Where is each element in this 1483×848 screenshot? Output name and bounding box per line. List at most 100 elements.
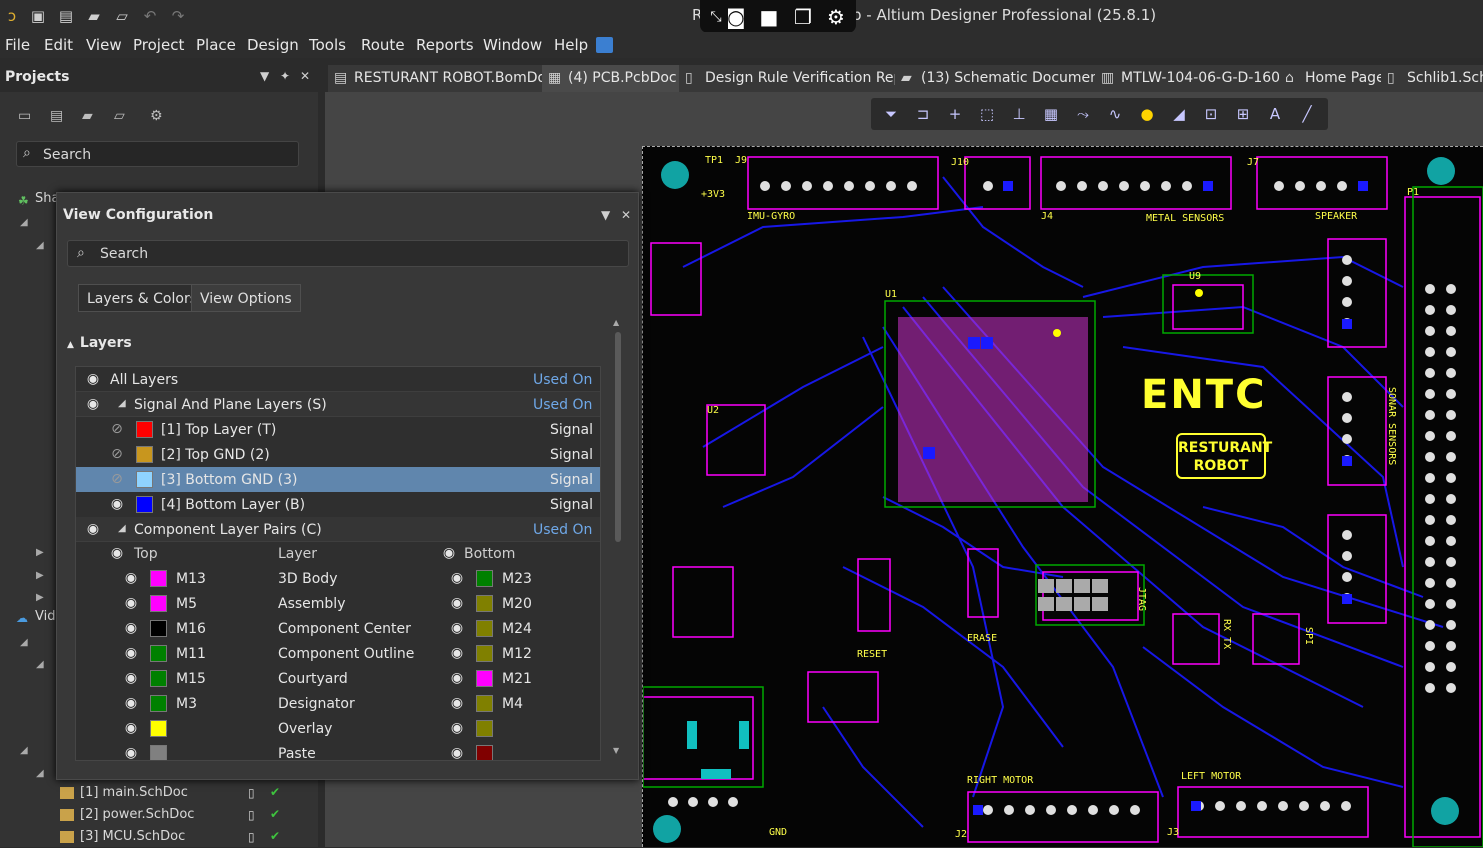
component-pair-row[interactable]: ◉ M15 Courtyard ◉ M21	[76, 666, 600, 691]
learning-icon[interactable]	[596, 37, 613, 53]
tab-bomdoc[interactable]: ▤ RESTURANT ROBOT.BomDoc *	[328, 65, 573, 92]
menu-design[interactable]: Design	[247, 36, 299, 54]
line-icon[interactable]: ╱	[1297, 104, 1317, 124]
pin-icon[interactable]: ✦	[280, 69, 290, 83]
interactive-route-icon[interactable]: ⤳	[1073, 104, 1093, 124]
eye-icon[interactable]: ◉	[122, 644, 140, 662]
open-project-icon[interactable]: ▱	[114, 108, 125, 124]
component-pair-row[interactable]: ◉ M16 Component Center ◉ M24	[76, 616, 600, 641]
collapse-icon[interactable]: ◢	[118, 398, 126, 409]
tab-schlib[interactable]: ▯ Schlib1.SchLi	[1381, 65, 1483, 92]
component-pair-row[interactable]: ◉ M13 3D Body ◉ M23	[76, 566, 600, 591]
menu-help[interactable]: Help	[554, 36, 588, 54]
layers-scrollbar[interactable]: ▲ ▼	[612, 318, 624, 758]
eye-icon[interactable]: ◉	[108, 495, 126, 513]
layer-color-swatch[interactable]	[136, 471, 153, 488]
eye-icon[interactable]: ◉	[122, 719, 140, 737]
menu-place[interactable]: Place	[196, 36, 236, 54]
open-folder-icon[interactable]: ▰	[84, 6, 104, 26]
pad-icon[interactable]: ●	[1137, 104, 1157, 124]
top-color-swatch[interactable]	[150, 720, 167, 737]
component-pair-row[interactable]: ◉ Overlay ◉	[76, 716, 600, 741]
tree-expander[interactable]: ▶	[36, 592, 44, 603]
eye-hidden-icon[interactable]: ⊘	[108, 445, 126, 463]
eye-icon[interactable]: ◉	[84, 370, 102, 388]
menu-window[interactable]: Window	[483, 36, 542, 54]
dimension-icon[interactable]: ⊞	[1233, 104, 1253, 124]
eye-icon[interactable]: ◉	[440, 544, 458, 562]
layer-row-top-gnd[interactable]: ⊘ [2] Top GND (2) Signal	[76, 442, 600, 467]
tab-view-options[interactable]: View Options	[191, 284, 301, 312]
top-color-swatch[interactable]	[150, 645, 167, 662]
camera-icon[interactable]: ◙	[722, 4, 750, 30]
bottom-color-swatch[interactable]	[476, 570, 493, 587]
polygon-icon[interactable]: ◢	[1169, 104, 1189, 124]
eye-icon[interactable]: ◉	[122, 669, 140, 687]
layer-row-signal-group[interactable]: ◉ ◢ Signal And Plane Layers (S) Used On	[76, 392, 600, 417]
pcb-board[interactable]: TP1 +3V3 J9 J10 J7 J4 IMU-GYRO METAL SEN…	[642, 146, 1483, 847]
save-icon[interactable]: ▣	[28, 6, 48, 26]
close-icon[interactable]: ✕	[621, 208, 631, 222]
undo-icon[interactable]: ↶	[140, 6, 160, 26]
eye-icon[interactable]: ◉	[448, 594, 466, 612]
eye-icon[interactable]: ◉	[448, 619, 466, 637]
eye-icon[interactable]: ◉	[122, 744, 140, 760]
tree-expander[interactable]: ◢	[20, 745, 28, 756]
bottom-color-swatch[interactable]	[476, 595, 493, 612]
layer-color-swatch[interactable]	[136, 446, 153, 463]
close-icon[interactable]: ✕	[300, 69, 310, 83]
layer-used-on[interactable]: Used On	[533, 372, 592, 388]
layer-used-on[interactable]: Used On	[533, 397, 592, 413]
bottom-color-swatch[interactable]	[476, 720, 493, 737]
eye-icon[interactable]: ◉	[84, 395, 102, 413]
tree-expander[interactable]: ▶	[36, 570, 44, 581]
eye-icon[interactable]: ◉	[448, 744, 466, 760]
top-color-swatch[interactable]	[150, 595, 167, 612]
add-icon[interactable]: +	[945, 104, 965, 124]
tab-layers-colors[interactable]: Layers & Colors	[78, 284, 206, 312]
panel-menu-icon[interactable]: ▼	[260, 69, 269, 83]
top-color-swatch[interactable]	[150, 695, 167, 712]
video-icon[interactable]: ■	[755, 4, 783, 30]
component-pair-row[interactable]: ◉ M3 Designator ◉ M4	[76, 691, 600, 716]
component-pair-row[interactable]: ◉ Paste ◉	[76, 741, 600, 760]
tree-expander[interactable]: ◢	[20, 217, 28, 228]
eye-icon[interactable]: ◉	[108, 544, 126, 562]
select-icon[interactable]: ⬚	[977, 104, 997, 124]
menu-file[interactable]: File	[5, 36, 30, 54]
view-config-search[interactable]: ⌕ Search	[67, 240, 629, 267]
layer-row-all[interactable]: ◉ All Layers Used On	[76, 367, 600, 392]
tab-home[interactable]: ⌂ Home Page	[1279, 65, 1392, 92]
top-color-swatch[interactable]	[150, 570, 167, 587]
save-project-icon[interactable]: ▭	[18, 108, 31, 124]
top-color-swatch[interactable]	[150, 620, 167, 637]
layer-row-component-pairs[interactable]: ◉ ◢ Component Layer Pairs (C) Used On	[76, 517, 600, 542]
eye-hidden-icon[interactable]: ⊘	[108, 420, 126, 438]
layer-used-on[interactable]: Used On	[533, 522, 592, 538]
tab-drc-report[interactable]: ▯ Design Rule Verification Report	[679, 65, 930, 92]
bottom-color-swatch[interactable]	[476, 620, 493, 637]
eye-icon[interactable]: ◉	[448, 694, 466, 712]
bottom-color-swatch[interactable]	[476, 745, 493, 760]
eye-icon[interactable]: ◉	[122, 594, 140, 612]
open-project-icon[interactable]: ▱	[112, 6, 132, 26]
bottom-color-swatch[interactable]	[476, 670, 493, 687]
menu-tools[interactable]: Tools	[309, 36, 346, 54]
settings-icon[interactable]: ⚙	[150, 108, 163, 124]
layer-row-bottom-layer[interactable]: ◉ [4] Bottom Layer (B) Signal	[76, 492, 600, 517]
layer-color-swatch[interactable]	[136, 421, 153, 438]
component-icon[interactable]: ▦	[1041, 104, 1061, 124]
tab-pcbdoc[interactable]: ▦(4) PCB.PcbDoc▼	[542, 65, 698, 92]
layer-color-swatch[interactable]	[136, 496, 153, 513]
align-icon[interactable]: ⊥	[1009, 104, 1029, 124]
bottom-color-swatch[interactable]	[476, 695, 493, 712]
tab-component[interactable]: ▥ MTLW-104-06-G-D-160	[1095, 65, 1288, 92]
scrollbar-thumb[interactable]	[615, 332, 621, 542]
layer-row-top-layer[interactable]: ⊘ [1] Top Layer (T) Signal	[76, 417, 600, 442]
eye-icon[interactable]: ◉	[122, 569, 140, 587]
projects-search[interactable]: ⌕ Search	[16, 141, 299, 167]
eye-icon[interactable]: ◉	[448, 719, 466, 737]
tab-schematic[interactable]: ▰(13) Schematic Document▼	[895, 65, 1126, 92]
gear-icon[interactable]: ⚙	[822, 4, 850, 30]
tree-expander[interactable]: ▶	[36, 547, 44, 558]
